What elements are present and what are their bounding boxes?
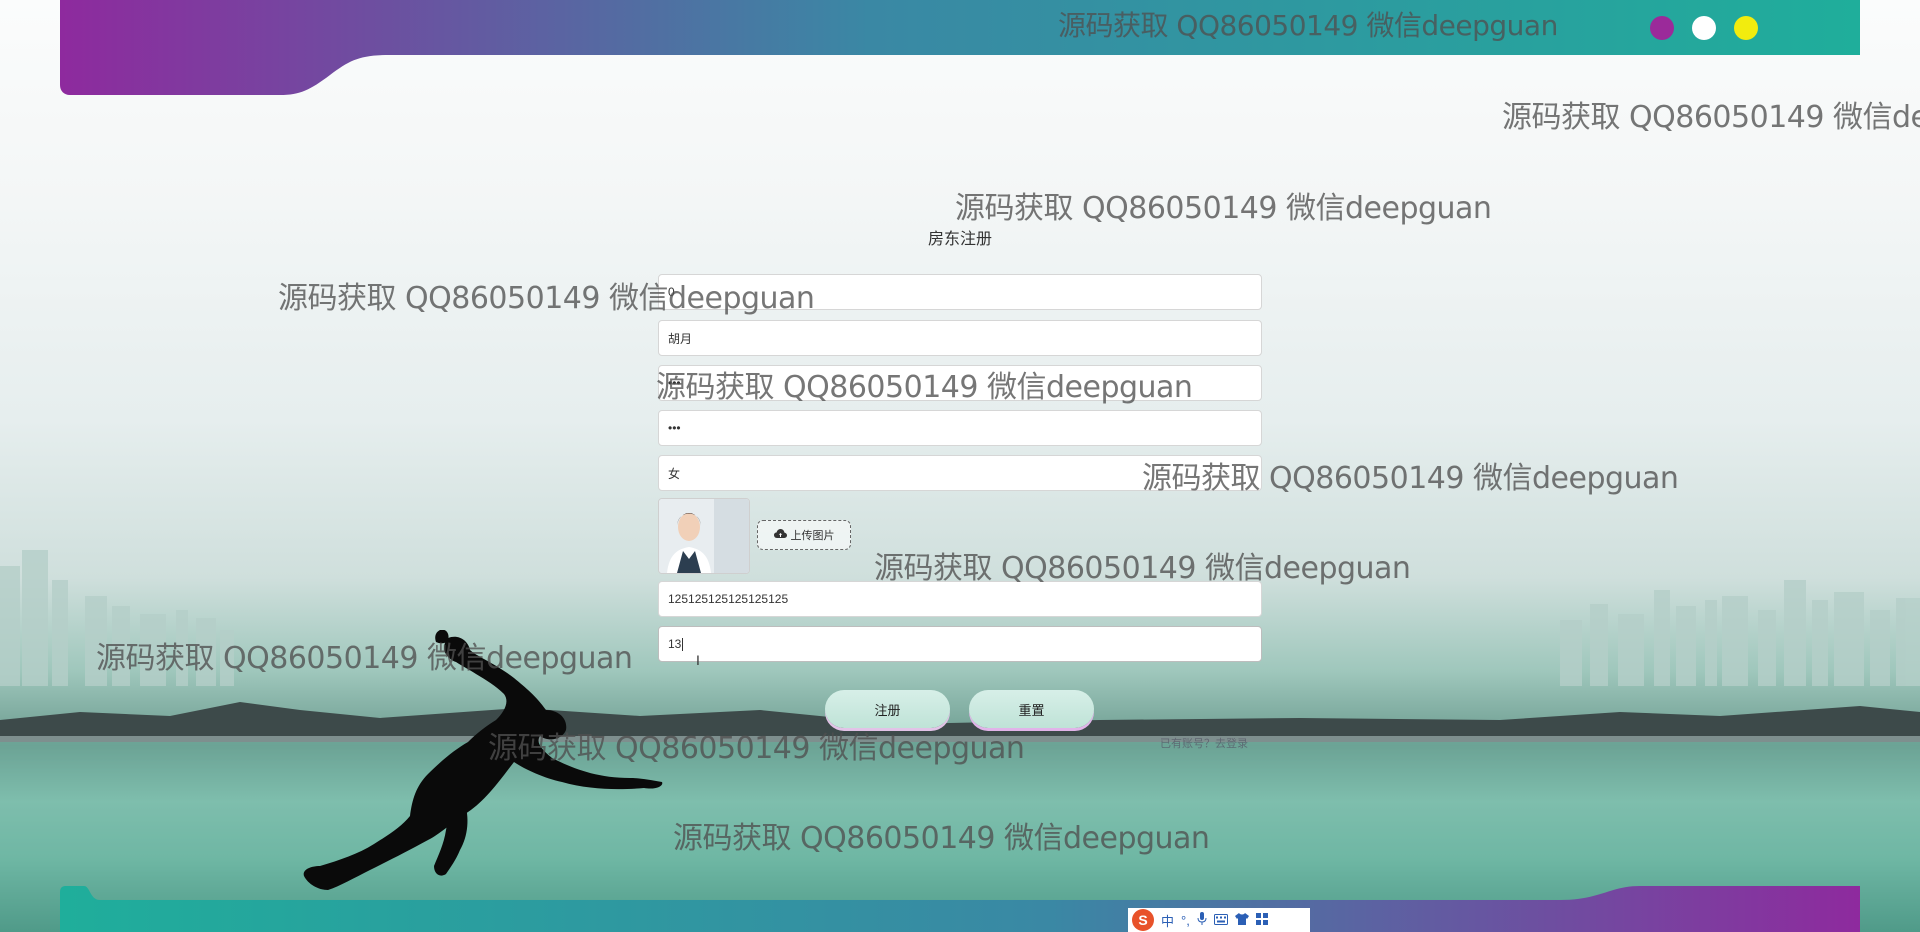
purple-dot-icon[interactable]: [1650, 16, 1674, 40]
footer-banner: [60, 886, 1860, 932]
keyboard-icon[interactable]: [1213, 913, 1228, 928]
header-banner: [60, 0, 1860, 95]
window-dots: [1650, 16, 1758, 40]
watermark-text: 源码获取 QQ86050149 微信deepguan: [656, 370, 1193, 405]
skin-icon[interactable]: [1234, 912, 1249, 928]
watermark-text: 源码获取 QQ86050149 微信deepguan: [1142, 461, 1679, 496]
upload-image-button[interactable]: 上传图片: [757, 520, 851, 550]
cloud-upload-icon: [773, 528, 787, 542]
ime-toolbar[interactable]: S 中 °,: [1128, 908, 1310, 932]
upload-label: 上传图片: [790, 530, 835, 542]
text-caret: [682, 637, 684, 651]
phone-input[interactable]: 13: [658, 626, 1262, 662]
watermark-text: 源码获取 QQ86050149 微信deepguan: [278, 281, 815, 316]
name-input[interactable]: 胡月: [658, 320, 1262, 356]
gender-value: 女: [668, 466, 681, 481]
ime-mode[interactable]: 中: [1161, 911, 1174, 930]
watermark-text: 源码获取 QQ86050149 微信deepguan: [96, 641, 633, 676]
yellow-dot-icon[interactable]: [1734, 16, 1758, 40]
watermark-text: 源码获取 QQ86050149 微信deepguan: [955, 191, 1492, 226]
ime-punct[interactable]: °,: [1181, 913, 1190, 928]
watermark-text: 源码获取 QQ86050149 微信deepguan: [488, 731, 1025, 766]
confirm-password-input[interactable]: •••: [658, 410, 1262, 446]
header-shape: [60, 0, 1860, 95]
watermark-text: 源码获取 QQ86050149 微信de: [1502, 100, 1920, 135]
text-cursor-icon: I: [696, 652, 700, 668]
avatar-image: [658, 498, 750, 574]
login-link[interactable]: 已有账号？去登录: [1160, 735, 1248, 751]
register-label: 注册: [874, 702, 901, 718]
sogou-logo-icon[interactable]: S: [1132, 909, 1154, 931]
watermark-text: 源码获取 QQ86050149 微信deepguan: [874, 551, 1411, 586]
page-title: 房东注册: [927, 231, 992, 248]
page-background: 房东注册 0 胡月 ••• ••• 女 上传图片 125125125125125…: [0, 0, 1920, 932]
confirm-password-value: •••: [668, 421, 681, 435]
name-value: 胡月: [668, 331, 693, 346]
toolbox-icon[interactable]: [1255, 912, 1268, 928]
id-card-value: 125125125125125125: [668, 592, 789, 606]
reset-label: 重置: [1018, 702, 1045, 718]
phone-value: 13: [668, 637, 682, 651]
watermark-text: 源码获取 QQ86050149 微信deepguan: [1058, 9, 1558, 42]
watermark-text: 源码获取 QQ86050149 微信deepguan: [673, 821, 1210, 856]
white-dot-icon[interactable]: [1692, 16, 1716, 40]
mic-icon[interactable]: [1197, 911, 1207, 929]
